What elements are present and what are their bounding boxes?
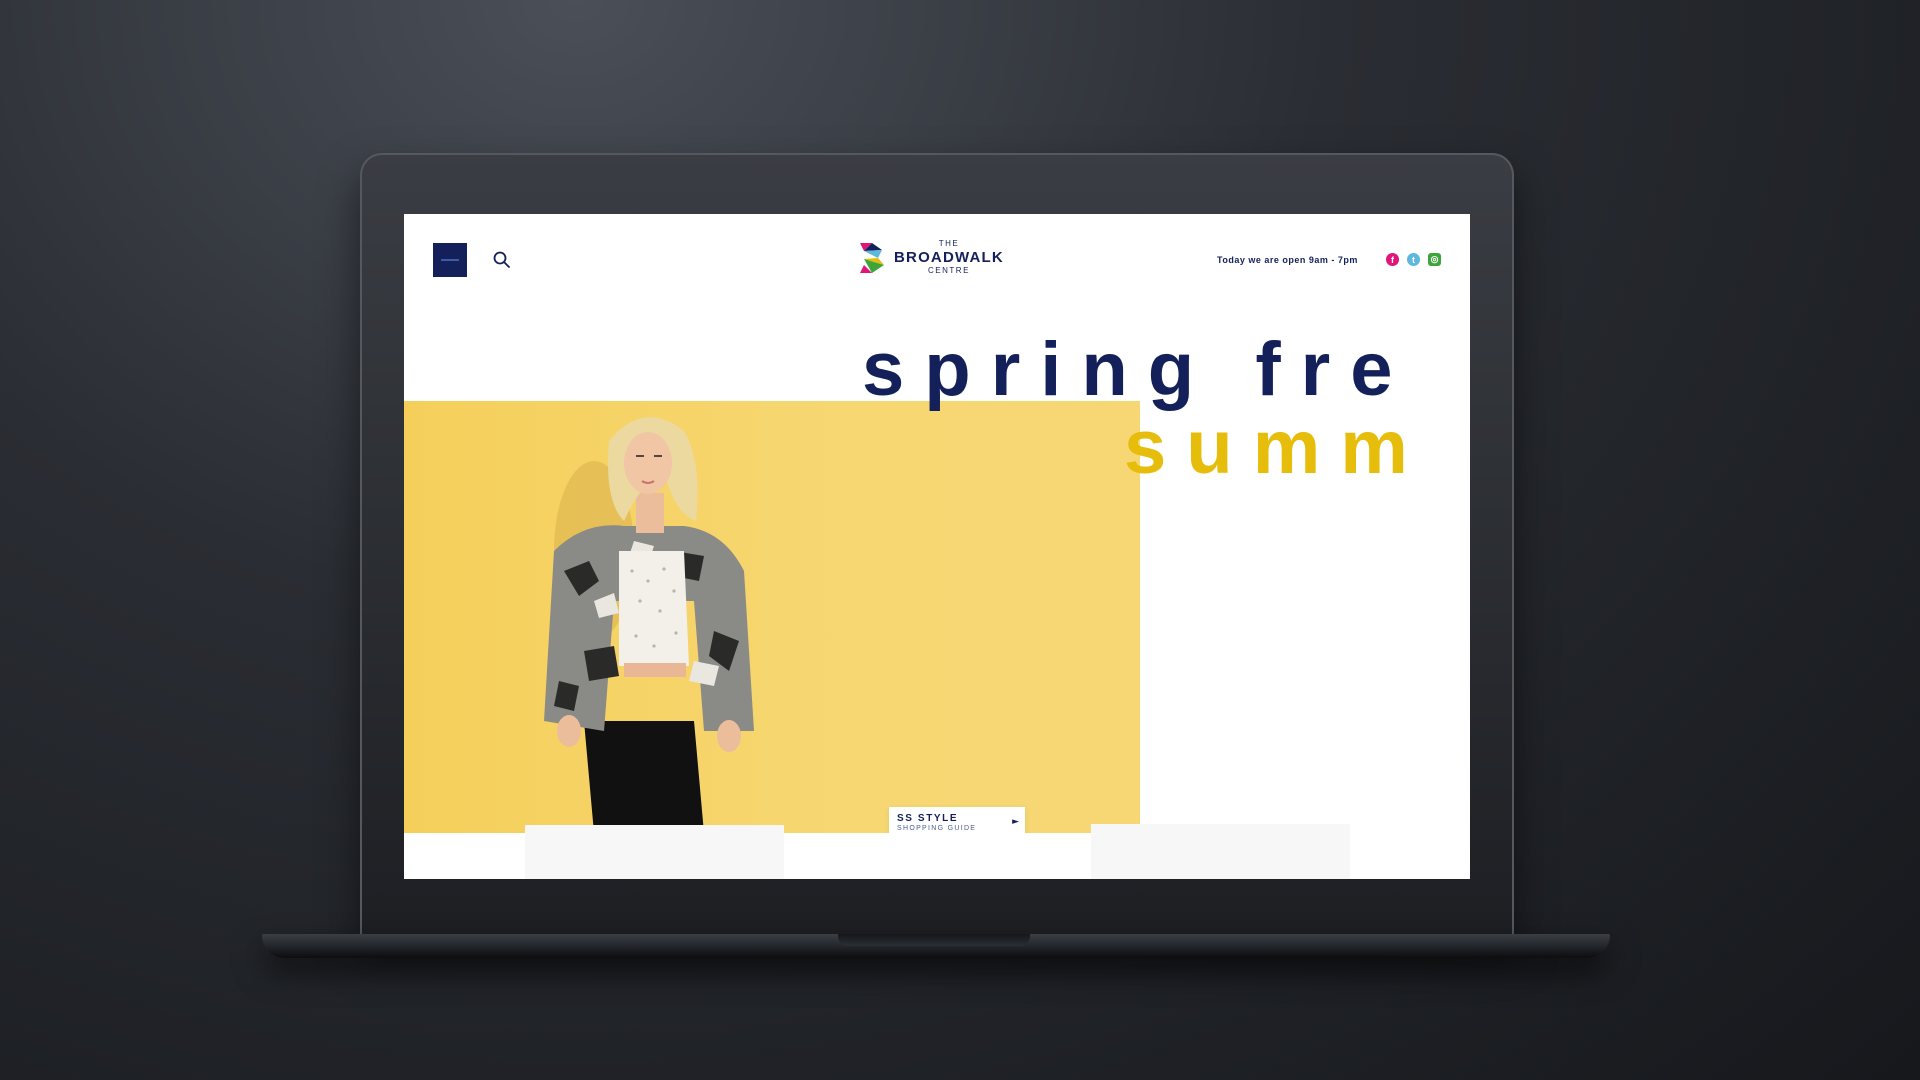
opening-hours-text: Today we are open 9am - 7pm <box>1217 255 1358 265</box>
search-icon <box>493 251 510 268</box>
feature-card[interactable] <box>525 825 784 879</box>
hero-banner: SS STYLE SHOPPING GUIDE ► <box>404 401 1140 833</box>
facebook-icon[interactable]: f <box>1386 253 1399 266</box>
logo-centre: CENTRE <box>928 266 970 275</box>
cta-title: SS STYLE <box>897 813 959 824</box>
logo-name: BROADWALK <box>894 249 1004 266</box>
logo-the: THE <box>938 239 960 248</box>
feature-card[interactable] <box>1091 824 1350 879</box>
headline-spring: spring fre <box>862 327 1413 412</box>
headline-summer: summ <box>1124 405 1428 490</box>
logo-wordmark: THE BROADWALK CENTRE <box>894 240 1004 275</box>
laptop-notch <box>838 934 1030 946</box>
twitter-icon[interactable]: t <box>1407 253 1420 266</box>
model-photo <box>544 417 754 833</box>
ss-style-shopping-guide-button[interactable]: SS STYLE SHOPPING GUIDE ► <box>889 807 1025 833</box>
play-arrow-icon: ► <box>1012 817 1019 827</box>
instagram-icon[interactable]: ◎ <box>1428 253 1441 266</box>
logo-mark-icon <box>860 242 884 273</box>
search-button[interactable] <box>492 250 512 270</box>
broadwalk-logo[interactable]: THE BROADWALK CENTRE <box>858 240 1004 275</box>
cta-subtitle: SHOPPING GUIDE <box>897 825 977 832</box>
website-screen: THE BROADWALK CENTRE Today we are open 9… <box>404 214 1470 879</box>
hamburger-menu-button[interactable] <box>433 243 467 277</box>
hamburger-icon <box>441 259 459 261</box>
